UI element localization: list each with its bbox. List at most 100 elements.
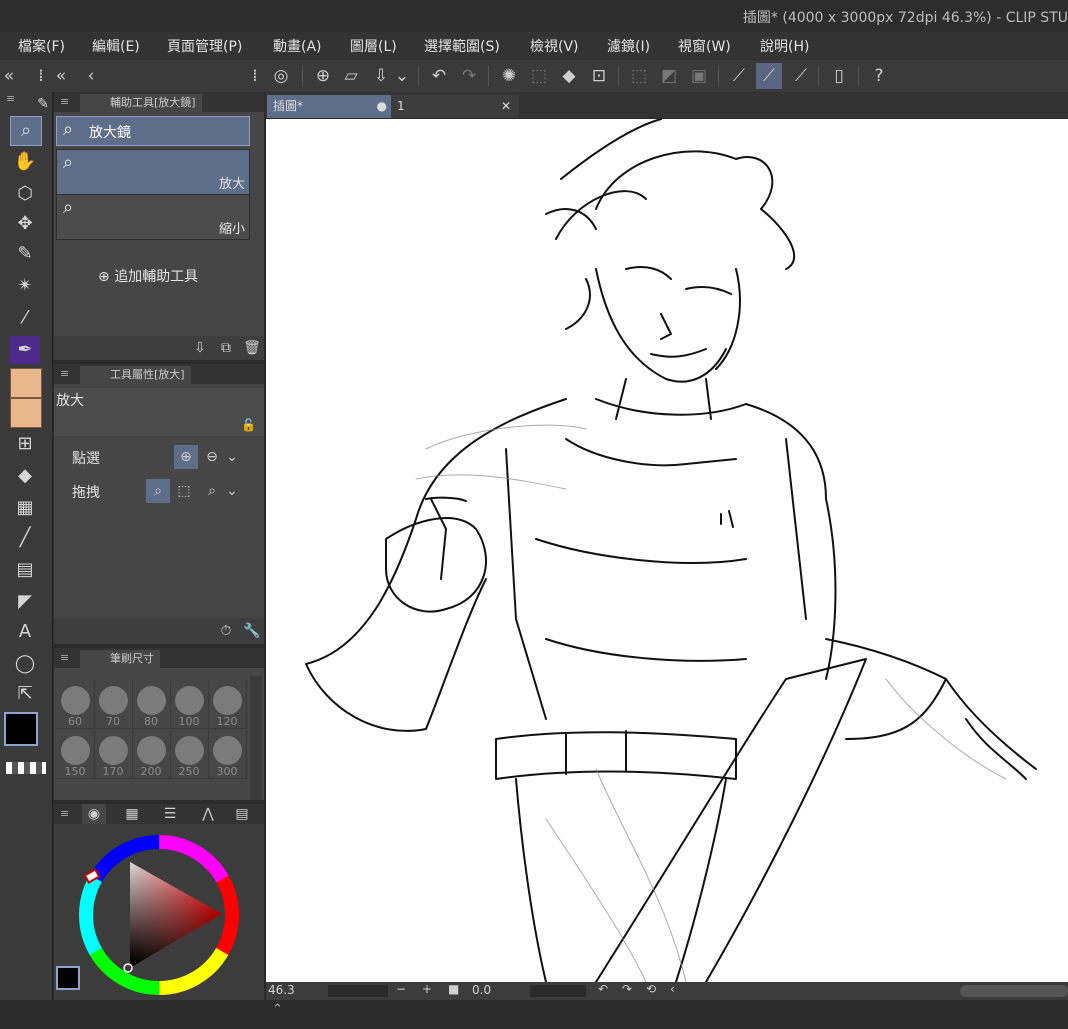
zoom-in-mode-icon[interactable]: ⊕ [174,445,198,469]
brush-size-item[interactable]: 170 [94,730,133,779]
chevron-down-icon[interactable]: ⌄ [224,445,240,469]
menu-animation[interactable]: 動畫(A) [273,36,322,56]
wrench-icon[interactable]: 🔧 [240,619,264,643]
color-slider-tab-icon[interactable]: ☰ [158,804,182,824]
rotation-slider[interactable] [530,985,586,997]
drag-zoom-rect-icon[interactable]: ⬚ [172,479,196,503]
collapse-left-icon[interactable]: « [0,63,18,89]
close-icon[interactable]: ✕ [501,95,511,118]
undo-icon[interactable]: ↶ [426,63,452,89]
collapse-icon[interactable]: « [52,63,70,89]
transparent-color-swatch[interactable] [6,762,46,774]
import-icon[interactable]: ⇩ [188,336,212,360]
custom-brush-thumbnail[interactable] [10,398,42,428]
main-color-swatch[interactable] [4,712,38,746]
subtool-panel-tab[interactable]: 輔助工具[放大鏡] [80,94,202,112]
decoration-tool-icon[interactable]: ⊞ [10,430,40,458]
menu-help[interactable]: 說明(H) [760,36,809,56]
text-tool-icon[interactable]: A [10,618,40,646]
fit-icon[interactable]: ■ [448,982,459,996]
drag-zoom-off-icon[interactable]: ⌕ [200,479,224,503]
correct-line-tool-icon[interactable]: ⇱ [10,680,40,708]
brush-size-item[interactable]: 250 [170,730,209,779]
fill-tool-icon[interactable]: ◆ [10,462,40,490]
menu-file[interactable]: 檔案(F) [18,36,65,56]
zoom-out-mode-icon[interactable]: ⊖ [200,445,224,469]
color-set-tab-icon[interactable]: ▦ [120,804,144,824]
zoom-slider[interactable] [328,985,388,997]
subtool-group-selector[interactable]: ⌕ 放大鏡 [56,116,250,146]
snap-special-ruler-icon[interactable]: ⟋ [756,63,782,89]
panel-menu-icon[interactable]: ≡ [60,367,69,380]
menu-selection[interactable]: 選擇範圍(S) [424,36,500,56]
smartphone-icon[interactable]: ▯ [826,63,852,89]
chevron-left-icon[interactable]: ‹ [670,982,675,996]
document-tab-active[interactable]: 插圖* ● [267,95,395,118]
reset-icon[interactable]: ⏱ [214,619,238,643]
trash-icon[interactable]: 🗑 [240,336,264,360]
snap-ruler-icon[interactable]: ⟋ [726,63,752,89]
brush-size-item[interactable]: 150 [56,730,95,779]
menu-view[interactable]: 檢視(V) [530,36,579,56]
move-tool-icon[interactable]: ✥ [10,210,40,238]
clip-studio-icon[interactable]: ◎ [268,63,294,89]
gradient-tool-icon[interactable]: ▦ [10,494,40,522]
pen-tool-icon[interactable]: ✒ [10,336,40,364]
menu-layer[interactable]: 圖層(L) [350,36,397,56]
color-handle[interactable] [123,963,133,973]
brush-size-item[interactable]: 100 [170,680,209,729]
lock-icon[interactable]: 🔓 [241,418,256,432]
new-file-icon[interactable]: ⊕ [310,63,336,89]
brush-size-item[interactable]: 200 [132,730,171,779]
help-icon[interactable]: ? [866,63,892,89]
selection-pen-icon[interactable]: ✎ [10,240,40,268]
menu-window[interactable]: 視窗(W) [678,36,731,56]
panel-menu-icon[interactable]: ≡ [60,807,69,820]
rotation-value[interactable]: 0.0 [472,983,491,997]
eyedropper-icon[interactable]: ⁄ [10,304,40,332]
color-wheel-tab-icon[interactable]: ◉ [82,804,106,824]
snap-grid-icon[interactable]: ⟋ [788,63,814,89]
rotate-right-icon[interactable]: ↷ [622,982,632,996]
chevron-left-icon[interactable]: ‹ [82,63,100,89]
clear-icon[interactable]: ✺ [496,63,522,89]
intermediate-color-tab-icon[interactable]: ⋀ [196,804,220,824]
figure-tool-icon[interactable]: ╱ [10,524,40,552]
panel-menu-icon[interactable]: ≡ [60,95,69,108]
hand-tool-icon[interactable]: ✋ [10,148,40,176]
document-tab[interactable]: 1 ✕ [391,95,519,118]
brush-size-item[interactable]: 70 [94,680,133,729]
chevron-down-icon[interactable]: ⌄ [394,63,410,89]
brush-size-item[interactable]: 80 [132,680,171,729]
save-icon[interactable]: ⇩ [368,63,394,89]
deselect-icon[interactable]: ⬚ [626,63,652,89]
approx-color-tab-icon[interactable]: ▤ [230,804,254,824]
open-folder-icon[interactable]: ▱ [338,63,364,89]
redo-icon[interactable]: ↷ [456,63,482,89]
subtool-item-zoom-out[interactable]: ⌕ 縮小 [56,194,250,240]
reset-rotation-icon[interactable]: ⟲ [646,982,656,996]
add-subtool-button[interactable]: ⊕ 追加輔助工具 [98,266,198,286]
show-selection-icon[interactable]: ▣ [686,63,712,89]
zoom-out-icon[interactable]: − [396,982,406,996]
chevron-down-icon[interactable]: ⌄ [224,479,240,503]
balloon-tool-icon[interactable]: ◯ [10,650,40,678]
drawing-canvas[interactable] [266,119,1068,982]
object-tool-icon[interactable]: ⬡ [10,180,40,208]
duplicate-icon[interactable]: ⧉ [214,336,238,360]
drag-zoom-icon[interactable]: ⌕ [146,479,170,503]
tool-property-tab[interactable]: 工具屬性[放大] [80,366,191,384]
clear-outside-icon[interactable]: ⬚ [526,63,552,89]
main-color-mini[interactable] [56,966,80,990]
menu-icon[interactable]: ≡ [6,92,15,105]
custom-brush-thumbnail[interactable] [10,368,42,398]
subtool-item-zoom-in[interactable]: ⌕ 放大 [56,149,250,195]
ruler-tool-icon[interactable]: ◤ [10,588,40,616]
transform-icon[interactable]: ⊡ [586,63,612,89]
chevron-up-icon[interactable]: ⌃ [272,1002,283,1017]
frame-tool-icon[interactable]: ▤ [10,556,40,584]
brush-size-item[interactable]: 300 [208,730,247,779]
zoom-tool-icon[interactable]: ⌕ [10,116,42,146]
fill-icon[interactable]: ◆ [556,63,582,89]
zoom-in-icon[interactable]: + [422,982,432,996]
